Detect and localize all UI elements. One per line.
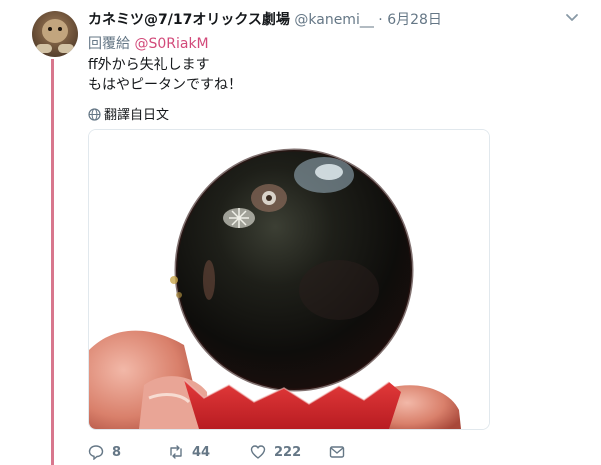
like-count: 222	[274, 444, 302, 460]
reply-context: 回覆給 @S0RiakM	[88, 33, 209, 53]
retweet-count: 44	[192, 444, 211, 460]
reply-label: 回覆給	[88, 36, 130, 52]
tweet-text-line: ff外から失礼します	[88, 57, 210, 73]
like-icon	[250, 445, 266, 459]
avatar-eye	[48, 27, 52, 31]
chevron-down-icon[interactable]	[565, 11, 579, 25]
separator-dot: ·	[378, 12, 383, 28]
direct-message-button[interactable]	[329, 444, 345, 460]
reply-count: 8	[112, 444, 122, 460]
reply-button[interactable]: 8	[88, 444, 121, 460]
translate-link[interactable]: 翻譯自日文	[88, 104, 169, 123]
avatar[interactable]	[32, 11, 78, 57]
globe-icon	[88, 108, 101, 121]
avatar-arm	[36, 44, 52, 53]
user-handle[interactable]: @kanemi__	[294, 12, 373, 28]
reply-icon	[88, 445, 104, 460]
translate-label: 翻譯自日文	[104, 108, 170, 123]
century-egg-photo	[89, 130, 489, 429]
message-icon	[329, 446, 345, 458]
avatar-arm	[58, 44, 74, 53]
avatar-face	[42, 19, 68, 43]
retweet-icon	[170, 445, 182, 459]
like-button[interactable]: 222	[250, 444, 301, 460]
thread-line	[51, 59, 54, 465]
display-name[interactable]: カネミツ@7/17オリックス劇場	[88, 12, 290, 28]
tweet-header: カネミツ@7/17オリックス劇場 @kanemi__ · 6月28日	[88, 9, 581, 29]
tweet-date[interactable]: 6月28日	[387, 12, 442, 28]
tweet-text-line: もはやピータンですね！	[88, 77, 242, 93]
tweet-photo[interactable]	[88, 129, 490, 430]
tweet-text: ff外から失礼します もはやピータンですね！	[88, 55, 242, 95]
reply-mention-link[interactable]: @S0RiakM	[134, 36, 208, 52]
retweet-button[interactable]: 44	[168, 444, 210, 460]
avatar-eye	[58, 27, 62, 31]
